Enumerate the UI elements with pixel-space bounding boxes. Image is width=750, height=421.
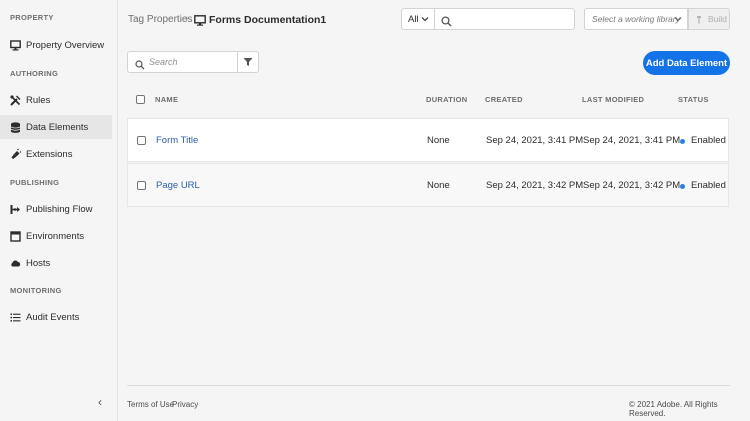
- status-cell: Enabled: [691, 180, 726, 191]
- copyright-text: © 2021 Adobe. All Rights Reserved.: [629, 400, 718, 418]
- sidebar-item-label: Rules: [26, 94, 51, 106]
- sidebar: PROPERTY Property Overview AUTHORING Rul…: [0, 0, 118, 421]
- search-placeholder: Search: [149, 57, 178, 67]
- monitor-icon: [194, 13, 206, 31]
- hammer-icon: [695, 15, 704, 24]
- sidebar-item-data-elements[interactable]: Data Elements: [0, 115, 112, 139]
- status-dot-icon: [680, 139, 685, 144]
- row-checkbox[interactable]: [137, 181, 146, 190]
- sidebar-section-authoring: AUTHORING: [10, 69, 59, 78]
- filter-icon: [243, 57, 253, 67]
- column-header-status[interactable]: STATUS: [678, 95, 709, 104]
- main-content: Tag Properties › Forms Documentation1 Al…: [118, 0, 750, 421]
- data-element-name-link[interactable]: Form Title: [156, 135, 198, 146]
- data-element-name-link[interactable]: Page URL: [156, 180, 200, 191]
- sidebar-section-publishing: PUBLISHING: [10, 178, 60, 187]
- plug-icon: [9, 148, 21, 160]
- search-input[interactable]: Search: [127, 51, 238, 73]
- build-label: Build: [708, 14, 727, 24]
- breadcrumb-tag-properties[interactable]: Tag Properties: [128, 14, 192, 25]
- select-all-checkbox[interactable]: [136, 95, 145, 104]
- column-header-duration[interactable]: DURATION: [426, 95, 467, 104]
- chevron-down-icon: [421, 15, 429, 26]
- sidebar-item-label: Extensions: [26, 148, 73, 160]
- sidebar-item-label: Data Elements: [26, 121, 89, 133]
- chevron-down-icon: [674, 15, 682, 25]
- filter-button[interactable]: [237, 51, 259, 73]
- tools-icon: [9, 94, 21, 106]
- sidebar-section-monitoring: MONITORING: [10, 286, 62, 295]
- sidebar-item-label: Publishing Flow: [26, 203, 93, 215]
- cloud-icon: [9, 257, 21, 269]
- privacy-link[interactable]: Privacy: [172, 400, 198, 409]
- column-header-name[interactable]: NAME: [155, 95, 178, 104]
- global-search-input[interactable]: [435, 8, 575, 30]
- search-scope-select[interactable]: All: [401, 8, 435, 30]
- table-row[interactable]: Page URL None Sep 24, 2021, 3:42 PM Sep …: [127, 163, 729, 207]
- page-title: Forms Documentation1: [209, 14, 327, 26]
- search-icon: [135, 57, 145, 75]
- created-cell: Sep 24, 2021, 3:42 PM: [486, 180, 584, 191]
- list-icon: [9, 311, 21, 323]
- sidebar-item-publishing-flow[interactable]: Publishing Flow: [0, 197, 112, 221]
- search-scope-value: All: [408, 13, 419, 25]
- sidebar-item-environments[interactable]: Environments: [0, 224, 112, 248]
- working-library-select[interactable]: Select a working library: [584, 8, 688, 30]
- sidebar-item-audit-events[interactable]: Audit Events: [0, 305, 112, 329]
- collapse-sidebar-button[interactable]: ‹: [98, 395, 102, 409]
- sidebar-item-label: Hosts: [26, 257, 51, 269]
- working-library-placeholder: Select a working library: [592, 14, 680, 24]
- sidebar-item-label: Property Overview: [26, 39, 105, 51]
- column-header-created[interactable]: CREATED: [485, 95, 523, 104]
- created-cell: Sep 24, 2021, 3:41 PM: [486, 135, 584, 146]
- sidebar-item-label: Audit Events: [26, 311, 80, 323]
- sidebar-item-hosts[interactable]: Hosts: [0, 251, 112, 275]
- table-row[interactable]: Form Title None Sep 24, 2021, 3:41 PM Se…: [127, 118, 729, 162]
- column-header-last-modified[interactable]: LAST MODIFIED: [582, 95, 644, 104]
- last-modified-cell: Sep 24, 2021, 3:42 PM: [583, 180, 681, 191]
- build-button[interactable]: Build: [688, 8, 730, 30]
- terms-of-use-link[interactable]: Terms of Use: [127, 400, 174, 409]
- sidebar-item-extensions[interactable]: Extensions: [0, 142, 112, 166]
- status-cell: Enabled: [691, 135, 726, 146]
- breadcrumb-separator: ›: [185, 13, 189, 24]
- flow-icon: [9, 203, 21, 215]
- sidebar-item-rules[interactable]: Rules: [0, 88, 112, 112]
- status-dot-icon: [680, 184, 685, 189]
- search-icon: [441, 14, 452, 32]
- sidebar-item-label: Environments: [26, 230, 85, 242]
- last-modified-cell: Sep 24, 2021, 3:41 PM: [583, 135, 681, 146]
- duration-cell: None: [427, 135, 450, 146]
- database-icon: [9, 121, 21, 133]
- footer-divider: [127, 385, 730, 386]
- row-checkbox[interactable]: [137, 136, 146, 145]
- add-data-element-button[interactable]: Add Data Element: [643, 51, 730, 75]
- sidebar-section-property: PROPERTY: [10, 13, 54, 22]
- monitor-icon: [9, 39, 21, 51]
- duration-cell: None: [427, 180, 450, 191]
- sidebar-item-property-overview[interactable]: Property Overview: [0, 33, 112, 57]
- window-icon: [9, 230, 21, 242]
